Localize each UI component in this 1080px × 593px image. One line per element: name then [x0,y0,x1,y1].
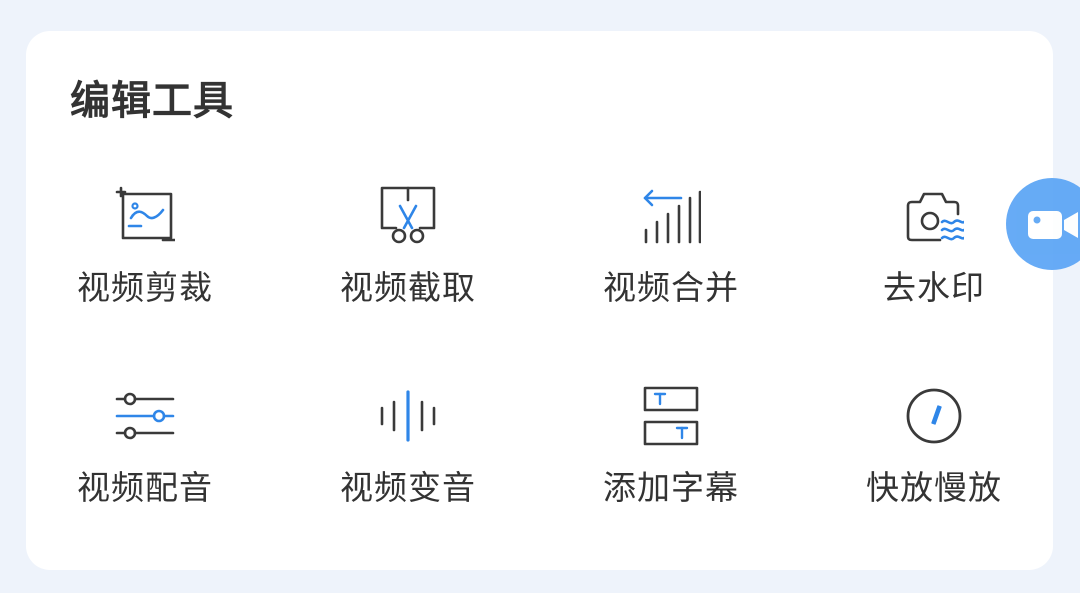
subtitle-icon [641,386,701,446]
tool-voice-change[interactable]: 视频变音 [308,386,508,536]
video-camera-icon [1028,211,1078,239]
speed-dial-icon [904,386,964,446]
tool-label: 快放慢放 [866,468,1002,507]
tool-video-dub[interactable]: 视频配音 [45,386,245,536]
tool-speed[interactable]: 快放慢放 [834,386,1034,536]
sliders-icon [115,386,175,446]
tool-video-cut[interactable]: 视频截取 [308,186,508,336]
tool-video-crop[interactable]: 视频剪裁 [45,186,245,336]
tool-label: 视频配音 [77,468,213,507]
voice-wave-icon [378,386,438,446]
tool-label: 视频合并 [603,268,739,307]
tool-label: 视频变音 [340,468,476,507]
edit-tools-card: 编辑工具 视频剪裁 视频截取 视频合并 去水印 视频配音 视频变音 添加字幕 快… [26,31,1053,570]
tool-remove-watermark[interactable]: 去水印 [834,186,1034,336]
camera-watermark-icon [904,186,964,246]
tool-add-subtitles[interactable]: 添加字幕 [571,386,771,536]
crop-image-icon [115,186,175,246]
tool-label: 添加字幕 [603,468,739,507]
merge-bars-icon [641,186,701,246]
card-title: 编辑工具 [70,78,234,124]
tool-label: 去水印 [883,268,985,307]
tool-video-merge[interactable]: 视频合并 [571,186,771,336]
tool-label: 视频截取 [340,268,476,307]
video-cut-scissors-icon [378,186,438,246]
tool-label: 视频剪裁 [77,268,213,307]
